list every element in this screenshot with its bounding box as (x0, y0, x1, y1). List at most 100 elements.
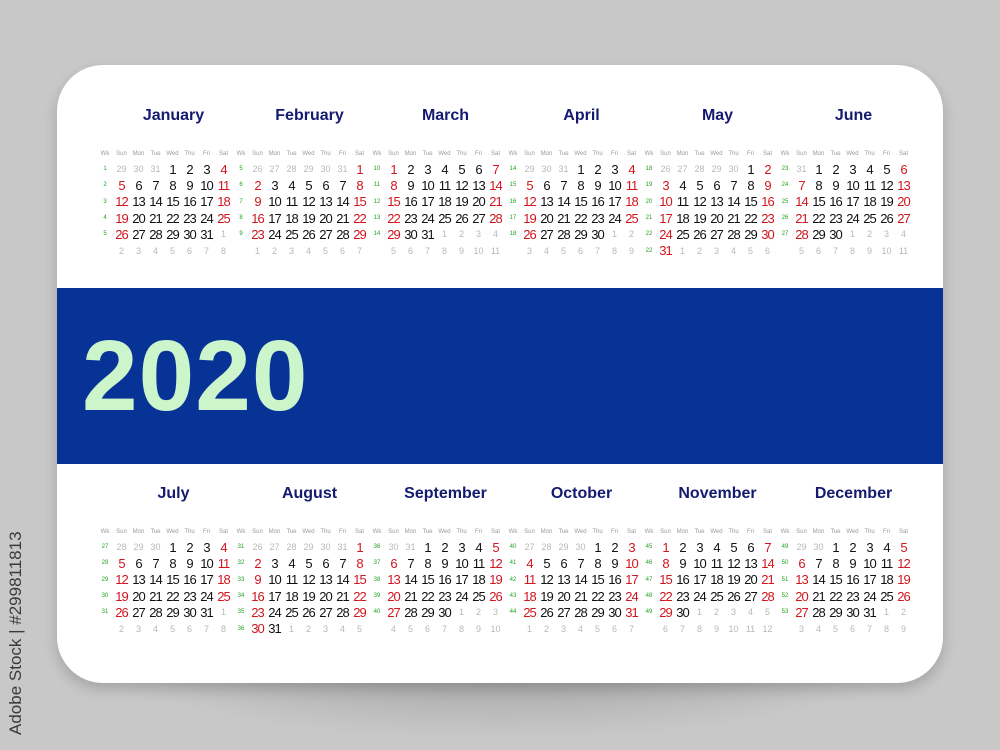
day-cell[interactable]: 1 (351, 540, 368, 555)
day-cell[interactable]: 24 (453, 589, 470, 604)
day-cell[interactable]: 14 (334, 572, 351, 587)
other-month-day[interactable]: 5 (827, 624, 844, 634)
day-cell[interactable]: 19 (113, 589, 130, 604)
day-cell[interactable]: 28 (334, 605, 351, 620)
other-month-day[interactable]: 8 (844, 246, 861, 256)
day-cell[interactable]: 22 (164, 589, 181, 604)
day-cell[interactable]: 26 (113, 227, 130, 242)
other-month-day[interactable]: 26 (249, 542, 266, 552)
day-cell[interactable]: 17 (623, 572, 640, 587)
day-cell[interactable]: 14 (759, 556, 776, 571)
day-cell[interactable]: 27 (742, 589, 759, 604)
day-cell[interactable]: 26 (300, 605, 317, 620)
day-cell[interactable]: 25 (436, 211, 453, 226)
other-month-day[interactable]: 6 (181, 624, 198, 634)
day-cell[interactable]: 8 (742, 178, 759, 193)
day-cell[interactable]: 22 (589, 589, 606, 604)
day-cell[interactable]: 26 (113, 605, 130, 620)
day-cell[interactable]: 6 (130, 556, 147, 571)
day-cell[interactable]: 24 (691, 589, 708, 604)
day-cell[interactable]: 13 (470, 178, 487, 193)
day-cell[interactable]: 29 (419, 605, 436, 620)
other-month-day[interactable]: 7 (419, 246, 436, 256)
day-cell[interactable]: 21 (487, 194, 504, 209)
other-month-day[interactable]: 6 (606, 624, 623, 634)
day-cell[interactable]: 14 (793, 194, 810, 209)
day-cell[interactable]: 9 (249, 194, 266, 209)
other-month-day[interactable]: 5 (164, 246, 181, 256)
other-month-day[interactable]: 31 (793, 164, 810, 174)
day-cell[interactable]: 24 (623, 589, 640, 604)
day-cell[interactable]: 3 (861, 540, 878, 555)
other-month-day[interactable]: 7 (674, 624, 691, 634)
day-cell[interactable]: 23 (436, 589, 453, 604)
day-cell[interactable]: 11 (861, 178, 878, 193)
other-month-day[interactable]: 7 (861, 624, 878, 634)
day-cell[interactable]: 25 (861, 211, 878, 226)
day-cell[interactable]: 28 (572, 605, 589, 620)
day-cell[interactable]: 6 (742, 540, 759, 555)
day-cell[interactable]: 28 (725, 227, 742, 242)
day-cell[interactable]: 27 (385, 605, 402, 620)
other-month-day[interactable]: 4 (572, 624, 589, 634)
other-month-day[interactable]: 29 (300, 542, 317, 552)
day-cell[interactable]: 27 (317, 227, 334, 242)
day-cell[interactable]: 22 (742, 211, 759, 226)
other-month-day[interactable]: 29 (793, 542, 810, 552)
other-month-day[interactable]: 2 (113, 624, 130, 634)
other-month-day[interactable]: 8 (215, 246, 232, 256)
day-cell[interactable]: 24 (861, 589, 878, 604)
other-month-day[interactable]: 5 (555, 246, 572, 256)
day-cell[interactable]: 27 (470, 211, 487, 226)
day-cell[interactable]: 20 (538, 211, 555, 226)
other-month-day[interactable]: 3 (487, 607, 504, 617)
day-cell[interactable]: 8 (419, 556, 436, 571)
day-cell[interactable]: 24 (266, 227, 283, 242)
day-cell[interactable]: 20 (385, 589, 402, 604)
other-month-day[interactable]: 4 (147, 624, 164, 634)
day-cell[interactable]: 6 (538, 178, 555, 193)
day-cell[interactable]: 5 (300, 178, 317, 193)
day-cell[interactable]: 18 (878, 572, 895, 587)
day-cell[interactable]: 3 (198, 162, 215, 177)
day-cell[interactable]: 30 (436, 605, 453, 620)
day-cell[interactable]: 2 (759, 162, 776, 177)
day-cell[interactable]: 13 (317, 194, 334, 209)
day-cell[interactable]: 16 (606, 572, 623, 587)
day-cell[interactable]: 1 (742, 162, 759, 177)
day-cell[interactable]: 5 (113, 556, 130, 571)
day-cell[interactable]: 9 (674, 556, 691, 571)
day-cell[interactable]: 6 (555, 556, 572, 571)
day-cell[interactable]: 15 (385, 194, 402, 209)
other-month-day[interactable]: 8 (606, 246, 623, 256)
day-cell[interactable]: 1 (164, 162, 181, 177)
other-month-day[interactable]: 5 (742, 246, 759, 256)
day-cell[interactable]: 11 (708, 556, 725, 571)
day-cell[interactable]: 31 (861, 605, 878, 620)
day-cell[interactable]: 29 (810, 227, 827, 242)
day-cell[interactable]: 19 (453, 194, 470, 209)
other-month-day[interactable]: 1 (249, 246, 266, 256)
other-month-day[interactable]: 6 (334, 246, 351, 256)
other-month-day[interactable]: 30 (810, 542, 827, 552)
day-cell[interactable]: 1 (589, 540, 606, 555)
day-cell[interactable]: 8 (589, 556, 606, 571)
other-month-day[interactable]: 10 (725, 624, 742, 634)
other-month-day[interactable]: 8 (215, 624, 232, 634)
day-cell[interactable]: 10 (266, 194, 283, 209)
other-month-day[interactable]: 31 (334, 542, 351, 552)
day-cell[interactable]: 22 (827, 589, 844, 604)
other-month-day[interactable]: 1 (453, 607, 470, 617)
day-cell[interactable]: 2 (606, 540, 623, 555)
day-cell[interactable]: 28 (402, 605, 419, 620)
day-cell[interactable]: 5 (691, 178, 708, 193)
day-cell[interactable]: 25 (878, 589, 895, 604)
other-month-day[interactable]: 3 (317, 624, 334, 634)
other-month-day[interactable]: 3 (130, 246, 147, 256)
day-cell[interactable]: 3 (266, 178, 283, 193)
other-month-day[interactable]: 5 (589, 624, 606, 634)
other-month-day[interactable]: 30 (147, 542, 164, 552)
day-cell[interactable]: 4 (521, 556, 538, 571)
other-month-day[interactable]: 29 (113, 164, 130, 174)
day-cell[interactable]: 10 (691, 556, 708, 571)
